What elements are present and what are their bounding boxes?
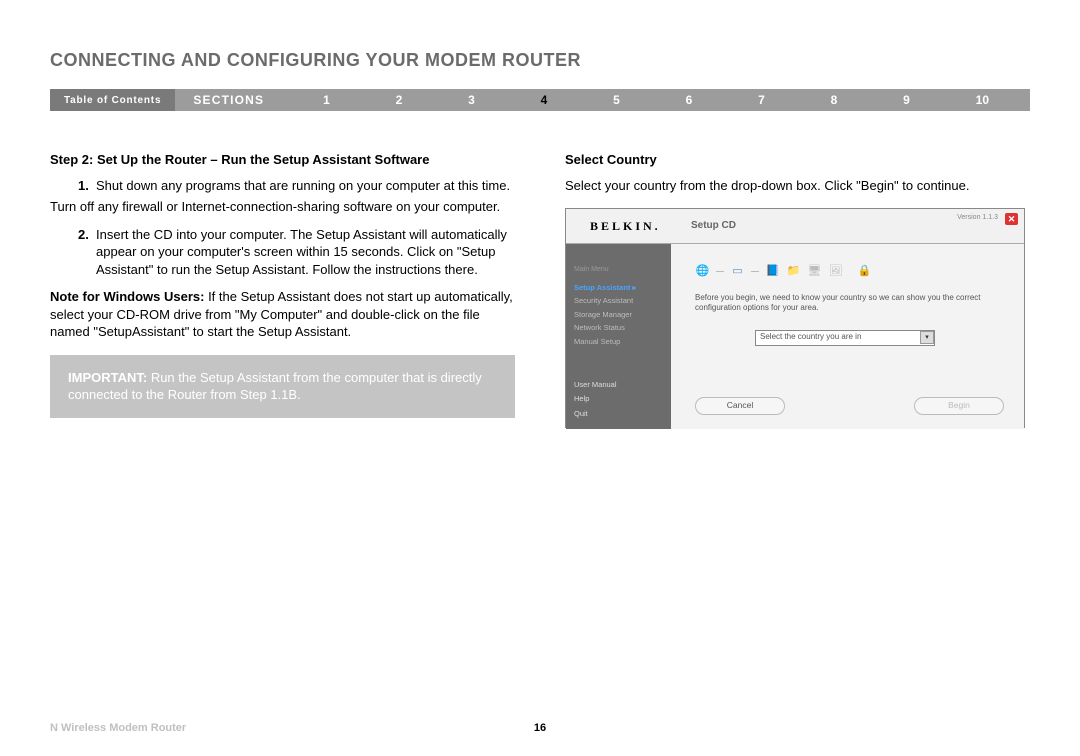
nav-section-10[interactable]: 10	[976, 93, 989, 107]
footer-product-name: N Wireless Modem Router	[50, 722, 186, 734]
globe-icon: 🌐	[695, 264, 710, 279]
sidebar-item-storage-manager[interactable]: Storage Manager	[574, 308, 663, 322]
nav-section-numbers: 1 2 3 4 5 6 7 8 9 10	[282, 89, 1030, 111]
step-1-text: Shut down any programs that are running …	[96, 177, 510, 195]
sidebar-item-help[interactable]: Help	[574, 392, 663, 406]
belkin-logo: BELKIN.	[566, 218, 691, 234]
progress-icons: 🌐 ▭ 📘 📁 🖥 🖼 🔒	[695, 264, 1004, 279]
windows-note-label: Note for Windows Users:	[50, 289, 204, 304]
sidebar-mainmenu-label: Main Menu	[574, 264, 663, 277]
sidebar-item-setup-assistant[interactable]: Setup Assistant ▸	[574, 281, 663, 295]
lock-icon: 🔒	[857, 264, 872, 279]
setup-cd-title: Setup CD	[691, 219, 736, 233]
sidebar-item-manual-setup[interactable]: Manual Setup	[574, 335, 663, 349]
sidebar-item-quit[interactable]: Quit	[574, 407, 663, 421]
nav-section-5[interactable]: 5	[613, 93, 620, 107]
setup-message: Before you begin, we need to know your c…	[695, 293, 995, 314]
nav-section-9[interactable]: 9	[903, 93, 910, 107]
dash-icon	[751, 271, 759, 272]
begin-button[interactable]: Begin	[914, 397, 1004, 415]
setup-cd-screenshot: BELKIN. Setup CD Version 1.1.3 ✕ Main Me…	[565, 208, 1025, 428]
nav-section-8[interactable]: 8	[831, 93, 838, 107]
step-1-number: 1.	[78, 177, 96, 195]
nav-section-4[interactable]: 4	[541, 93, 548, 107]
dash-icon	[716, 271, 724, 272]
page-number: 16	[534, 722, 546, 734]
nav-section-6[interactable]: 6	[686, 93, 693, 107]
step-2-text: Insert the CD into your computer. The Se…	[96, 226, 515, 279]
windows-note: Note for Windows Users: If the Setup Ass…	[50, 288, 515, 341]
sidebar-item-network-status[interactable]: Network Status	[574, 321, 663, 335]
setup-sidebar: Main Menu Setup Assistant ▸ Security Ass…	[566, 244, 671, 429]
sidebar-item-security-assistant[interactable]: Security Assistant	[574, 294, 663, 308]
step-2-number: 2.	[78, 226, 96, 279]
left-column: Step 2: Set Up the Router – Run the Setu…	[50, 151, 515, 428]
select-country-text: Select your country from the drop-down b…	[565, 177, 1030, 195]
book-icon: 📘	[765, 264, 780, 279]
version-label: Version 1.1.3	[957, 213, 998, 222]
folder-icon: 📁	[786, 264, 801, 279]
step2-heading: Step 2: Set Up the Router – Run the Setu…	[50, 151, 515, 169]
country-select-placeholder: Select the country you are in	[760, 332, 861, 343]
country-select[interactable]: Select the country you are in ▾	[755, 330, 935, 346]
nav-section-2[interactable]: 2	[396, 93, 403, 107]
important-label: IMPORTANT:	[68, 370, 147, 385]
right-column: Select Country Select your country from …	[565, 151, 1030, 428]
nav-toc-link[interactable]: Table of Contents	[50, 89, 175, 111]
cancel-button[interactable]: Cancel	[695, 397, 785, 415]
important-box: IMPORTANT: Run the Setup Assistant from …	[50, 355, 515, 418]
nav-section-7[interactable]: 7	[758, 93, 765, 107]
page-footer: N Wireless Modem Router 16	[50, 722, 1030, 734]
page-title: CONNECTING AND CONFIGURING YOUR MODEM RO…	[50, 50, 1030, 71]
picture-icon: 🖼	[828, 264, 843, 279]
router-icon: ▭	[730, 264, 745, 279]
select-country-heading: Select Country	[565, 151, 1030, 169]
section-nav: Table of Contents SECTIONS 1 2 3 4 5 6 7…	[50, 89, 1030, 111]
sidebar-item-user-manual[interactable]: User Manual	[574, 378, 663, 392]
firewall-note: Turn off any firewall or Internet-connec…	[50, 198, 515, 216]
nav-sections-label: SECTIONS	[175, 89, 282, 111]
setup-main-panel: 🌐 ▭ 📘 📁 🖥 🖼 🔒 Before you begin, we need …	[671, 244, 1024, 429]
monitor-icon: 🖥	[807, 264, 822, 279]
nav-section-3[interactable]: 3	[468, 93, 475, 107]
close-icon[interactable]: ✕	[1005, 213, 1018, 225]
nav-section-1[interactable]: 1	[323, 93, 330, 107]
chevron-down-icon[interactable]: ▾	[920, 331, 934, 344]
